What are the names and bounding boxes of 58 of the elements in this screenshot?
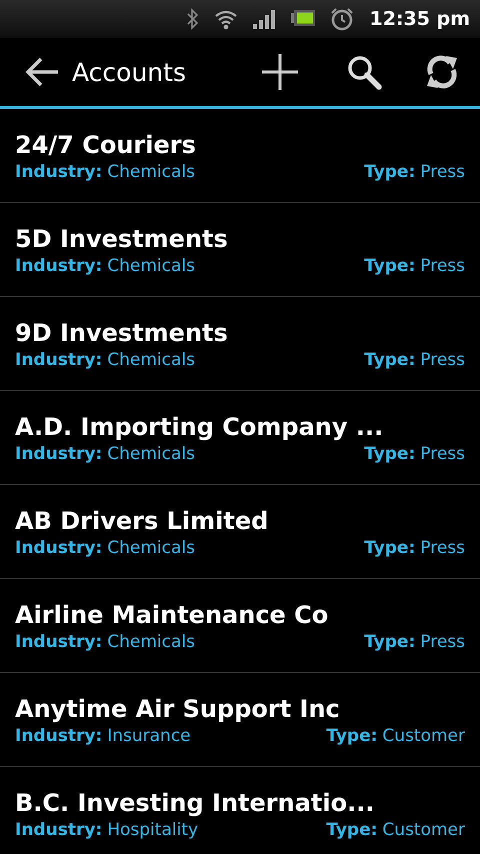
account-name: 24/7 Couriers	[15, 130, 197, 160]
industry-label: Industry:	[15, 348, 102, 370]
type-value: Press	[420, 348, 465, 370]
type-label: Type:	[364, 536, 416, 558]
clock-time: 12:35 pm	[370, 8, 470, 30]
signal-icon	[252, 8, 276, 30]
type-label: Type:	[364, 348, 416, 370]
industry-value: Chemicals	[107, 536, 195, 558]
industry-value: Chemicals	[107, 630, 195, 652]
type-label: Type:	[364, 254, 416, 276]
type-label: Type:	[364, 442, 416, 464]
industry-value: Chemicals	[107, 348, 195, 370]
refresh-icon	[424, 54, 460, 90]
type-label: Type:	[326, 818, 378, 840]
type-value: Customer	[382, 818, 465, 840]
type-label: Type:	[326, 724, 378, 746]
type-value: Press	[420, 160, 465, 182]
industry-label: Industry:	[15, 536, 102, 558]
industry-value: Chemicals	[107, 254, 195, 276]
plus-icon	[261, 53, 299, 91]
type-label: Type:	[364, 160, 416, 182]
back-button[interactable]: Accounts	[24, 56, 238, 88]
account-item[interactable]: AB Drivers Limited Industry: Chemicals Type: Press	[0, 485, 480, 579]
type-value: Press	[420, 442, 465, 464]
industry-value: Hospitality	[107, 818, 198, 840]
industry-value: Chemicals	[107, 442, 195, 464]
type-label: Type:	[364, 630, 416, 652]
type-value: Press	[420, 536, 465, 558]
account-name: Airline Maintenance Co	[15, 600, 330, 630]
alarm-clock-icon	[330, 7, 354, 31]
bluetooth-icon	[186, 8, 200, 30]
account-item[interactable]: A.D. Importing Company ... Industry: Chemicals Type: Press	[0, 391, 480, 485]
industry-value: Chemicals	[107, 160, 195, 182]
industry-label: Industry:	[15, 254, 102, 276]
type-value: Press	[420, 254, 465, 276]
industry-label: Industry:	[15, 630, 102, 652]
industry-value: Insurance	[107, 724, 191, 746]
type-value: Customer	[382, 724, 465, 746]
account-item[interactable]: Airline Maintenance Co Industry: Chemicals Type: Press	[0, 579, 480, 673]
industry-label: Industry:	[15, 818, 102, 840]
account-item[interactable]: 9D Investments Industry: Chemicals Type: Press	[0, 297, 480, 391]
account-name: B.C. Investing Internatio...	[15, 788, 376, 818]
account-item[interactable]: B.C. Investing Internatio... Industry: Hospitality Type: Customer	[0, 767, 480, 854]
type-value: Press	[420, 630, 465, 652]
account-name: 5D Investments	[15, 224, 229, 254]
account-item[interactable]: 24/7 Couriers Industry: Chemicals Type: Press	[0, 109, 480, 203]
industry-label: Industry:	[15, 724, 102, 746]
account-item[interactable]: Anytime Air Support Inc Industry: Insurance Type: Customer	[0, 673, 480, 767]
account-name: 9D Investments	[15, 318, 229, 348]
account-name: Anytime Air Support Inc	[15, 694, 341, 724]
back-arrow-icon	[24, 56, 60, 88]
wifi-icon	[214, 8, 238, 30]
search-icon	[346, 54, 382, 90]
account-name: A.D. Importing Company ...	[15, 412, 384, 442]
industry-label: Industry:	[15, 160, 102, 182]
account-name: AB Drivers Limited	[15, 506, 270, 536]
industry-label: Industry:	[15, 442, 102, 464]
account-item[interactable]: 5D Investments Industry: Chemicals Type: Press	[0, 203, 480, 297]
